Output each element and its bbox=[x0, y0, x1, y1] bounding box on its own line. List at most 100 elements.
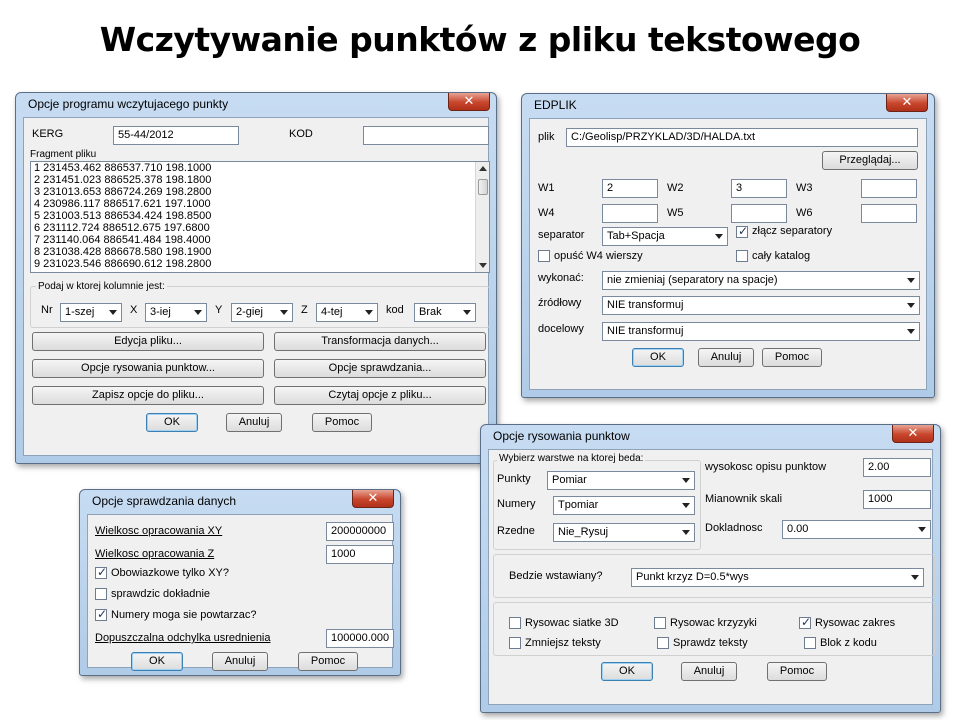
docelowy-select[interactable]: NIE transformuj bbox=[602, 322, 920, 341]
close-icon: ✕ bbox=[907, 425, 919, 440]
help-button[interactable]: Pomoc bbox=[762, 348, 822, 367]
kerg-label: KERG bbox=[32, 128, 64, 140]
close-button[interactable]: ✕ bbox=[352, 490, 394, 508]
z-select[interactable]: 4-tej bbox=[316, 303, 378, 322]
zrodlowy-select[interactable]: NIE transformuj bbox=[602, 296, 920, 315]
scroll-down-icon[interactable] bbox=[479, 263, 487, 268]
cancel-button[interactable]: Anuluj bbox=[698, 348, 754, 367]
scroll-thumb[interactable] bbox=[478, 179, 488, 195]
list-item[interactable]: 6 231112.724 886512.675 197.6800 bbox=[31, 222, 489, 234]
close-button[interactable]: ✕ bbox=[886, 94, 928, 112]
ok-button[interactable]: OK bbox=[131, 652, 183, 671]
extent-checkbox[interactable] bbox=[799, 615, 811, 629]
y-select[interactable]: 2-giej bbox=[231, 303, 293, 322]
precision-label: Dokladnosc bbox=[705, 522, 763, 534]
window-client: KERG 55-44/2012 KOD Fragment pliku 1 231… bbox=[23, 117, 490, 456]
xy-size-input[interactable]: 200000000 bbox=[326, 522, 394, 541]
extent-label: Rysowac zakres bbox=[815, 617, 896, 629]
chevron-down-icon bbox=[907, 329, 915, 334]
chevron-down-icon bbox=[682, 503, 690, 508]
check-exact-checkbox[interactable] bbox=[95, 588, 107, 600]
list-item[interactable]: 9 231023.546 886690.612 198.2800 bbox=[31, 258, 489, 270]
kerg-input[interactable]: 55-44/2012 bbox=[113, 126, 239, 145]
list-item[interactable]: 3 231013.653 886724.269 198.2800 bbox=[31, 186, 489, 198]
docelowy-select-value: NIE transformuj bbox=[607, 325, 684, 337]
rzedne-select[interactable]: Nie_Rysuj bbox=[553, 523, 695, 542]
z-size-input[interactable]: 1000 bbox=[326, 545, 394, 564]
scale-input[interactable]: 1000 bbox=[863, 490, 931, 509]
w2-input[interactable]: 3 bbox=[731, 179, 787, 198]
close-button[interactable]: ✕ bbox=[892, 425, 934, 443]
help-button[interactable]: Pomoc bbox=[767, 662, 827, 681]
list-item[interactable]: 1 231453.462 886537.710 198.1000 bbox=[31, 162, 489, 174]
separator-select-value: Tab+Spacja bbox=[607, 230, 665, 242]
cancel-button[interactable]: Anuluj bbox=[226, 413, 282, 432]
w4-label: W4 bbox=[538, 207, 555, 219]
xy-only-label: Obowiazkowe tylko XY? bbox=[111, 567, 229, 579]
punkty-select[interactable]: Pomiar bbox=[547, 471, 695, 490]
wykonac-select[interactable]: nie zmieniaj (separatory na spacje) bbox=[602, 271, 920, 290]
edit-file-button[interactable]: Edycja pliku... bbox=[32, 332, 264, 351]
punkty-label: Punkty bbox=[497, 473, 531, 485]
insert-select[interactable]: Punkt krzyz D=0.5*wys bbox=[631, 568, 924, 587]
close-button[interactable]: ✕ bbox=[448, 93, 490, 111]
cancel-button[interactable]: Anuluj bbox=[212, 652, 268, 671]
opusc-checkbox[interactable] bbox=[538, 250, 550, 262]
list-item[interactable]: 2 231451.023 886525.378 198.1800 bbox=[31, 174, 489, 186]
nr-select[interactable]: 1-szej bbox=[60, 303, 122, 322]
w4-input[interactable] bbox=[602, 204, 658, 223]
precision-select[interactable]: 0.00 bbox=[782, 520, 931, 539]
ok-button[interactable]: OK bbox=[146, 413, 198, 432]
fragment-scrollbar[interactable] bbox=[475, 162, 489, 272]
x-select[interactable]: 3-iej bbox=[145, 303, 207, 322]
w3-input[interactable] bbox=[861, 179, 917, 198]
list-item[interactable]: 4 230986.117 886517.621 197.1000 bbox=[31, 198, 489, 210]
check-options-button[interactable]: Opcje sprawdzania... bbox=[274, 359, 486, 378]
check-exact-label: sprawdzic dokładnie bbox=[111, 588, 211, 600]
ok-button[interactable]: OK bbox=[632, 348, 684, 367]
plik-input[interactable]: C:/Geolisp/PRZYKLAD/3D/HALDA.txt bbox=[566, 128, 918, 147]
check-text-checkbox[interactable] bbox=[657, 637, 669, 649]
list-item[interactable]: 5 231003.513 886534.424 198.8500 bbox=[31, 210, 489, 222]
transform-data-button[interactable]: Transformacja danych... bbox=[274, 332, 486, 351]
kod-col-select[interactable]: Brak bbox=[414, 303, 476, 322]
kod-input[interactable] bbox=[363, 126, 489, 145]
z-size-label: Wielkosc opracowania Z bbox=[95, 548, 215, 560]
crosses-checkbox[interactable] bbox=[654, 617, 666, 629]
chevron-down-icon bbox=[907, 303, 915, 308]
z-label: Z bbox=[301, 304, 308, 316]
caly-katalog-checkbox[interactable] bbox=[736, 250, 748, 262]
browse-button[interactable]: Przeglądaj... bbox=[822, 151, 918, 170]
list-item[interactable]: 8 231038.428 886678.580 198.1900 bbox=[31, 246, 489, 258]
repeat-numbers-checkbox[interactable] bbox=[95, 607, 107, 621]
cancel-button[interactable]: Anuluj bbox=[681, 662, 737, 681]
grid-3d-checkbox[interactable] bbox=[509, 617, 521, 629]
grid-3d-label: Rysowac siatke 3D bbox=[525, 617, 619, 629]
window-client: Wybierz warstwe na ktorej beda: Punkty P… bbox=[488, 449, 935, 705]
slide-title: Wczytywanie punktów z pliku tekstowego bbox=[99, 20, 861, 59]
separator-select[interactable]: Tab+Spacja bbox=[602, 227, 728, 246]
w1-input[interactable]: 2 bbox=[602, 179, 658, 198]
numery-select-value: Tpomiar bbox=[558, 499, 599, 511]
wykonac-select-value: nie zmieniaj (separatory na spacje) bbox=[607, 274, 778, 286]
drawing-options-button[interactable]: Opcje rysowania punktow... bbox=[32, 359, 264, 378]
save-options-button[interactable]: Zapisz opcje do pliku... bbox=[32, 386, 264, 405]
w5-input[interactable] bbox=[731, 204, 787, 223]
load-options-button[interactable]: Czytaj opcje z pliku... bbox=[274, 386, 486, 405]
help-button[interactable]: Pomoc bbox=[312, 413, 372, 432]
file-fragment-listbox[interactable]: 1 231453.462 886537.710 198.1000 2 231451… bbox=[30, 161, 490, 273]
block-from-code-checkbox[interactable] bbox=[804, 637, 816, 649]
scroll-up-icon[interactable] bbox=[479, 166, 487, 171]
help-button[interactable]: Pomoc bbox=[298, 652, 358, 671]
numery-select[interactable]: Tpomiar bbox=[553, 496, 695, 515]
shrink-text-checkbox[interactable] bbox=[509, 637, 521, 649]
list-item[interactable]: 7 231140.064 886541.484 198.4000 bbox=[31, 234, 489, 246]
w6-input[interactable] bbox=[861, 204, 917, 223]
text-height-input[interactable]: 2.00 bbox=[863, 458, 931, 477]
kod-label: KOD bbox=[289, 128, 313, 140]
ok-button[interactable]: OK bbox=[601, 662, 653, 681]
zlacz-checkbox[interactable] bbox=[736, 224, 748, 238]
y-label: Y bbox=[215, 304, 223, 316]
xy-only-checkbox[interactable] bbox=[95, 565, 107, 579]
deviation-input[interactable]: 100000.000 bbox=[326, 629, 394, 648]
